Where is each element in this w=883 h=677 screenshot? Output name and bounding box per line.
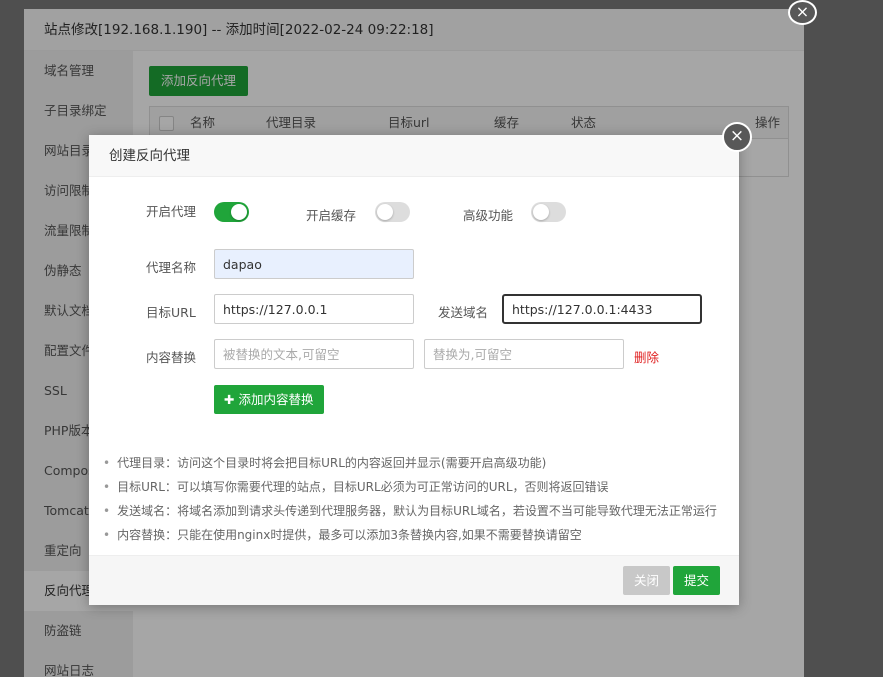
- dialog-footer: 关闭 提交: [89, 555, 739, 605]
- replace-to-input[interactable]: [424, 339, 624, 369]
- target-url-label: 目标URL: [146, 305, 196, 320]
- content-replace-label: 内容替换: [146, 350, 197, 365]
- send-domain-input[interactable]: [502, 294, 702, 324]
- toggle-knob: [533, 204, 549, 220]
- note-item: 内容替换：只能在使用nginx时提供，最多可以添加3条替换内容,如果不需要替换请…: [103, 523, 717, 547]
- toggle-knob: [377, 204, 393, 220]
- proxy-name-label: 代理名称: [146, 260, 197, 275]
- add-content-replace-label: 添加内容替换: [238, 392, 314, 407]
- submit-button[interactable]: 提交: [673, 566, 721, 595]
- advanced-label: 高级功能: [463, 208, 514, 223]
- close-icon[interactable]: ×: [788, 0, 817, 25]
- note-item: 发送域名：将域名添加到请求头传递到代理服务器，默认为目标URL域名，若设置不当可…: [103, 499, 717, 523]
- delete-replace-link[interactable]: 删除: [634, 347, 659, 366]
- send-domain-label: 发送域名: [438, 305, 489, 320]
- enable-cache-toggle[interactable]: [375, 202, 410, 222]
- dialog-title: 创建反向代理: [89, 135, 739, 177]
- close-icon[interactable]: ×: [722, 122, 752, 152]
- note-item: 代理目录：访问这个目录时将会把目标URL的内容返回并显示(需要开启高级功能): [103, 451, 717, 475]
- help-notes: 代理目录：访问这个目录时将会把目标URL的内容返回并显示(需要开启高级功能) 目…: [103, 451, 717, 547]
- proxy-name-input[interactable]: [214, 249, 414, 279]
- advanced-toggle[interactable]: [531, 202, 566, 222]
- target-url-input[interactable]: [214, 294, 414, 324]
- close-button[interactable]: 关闭: [623, 566, 671, 595]
- enable-proxy-toggle[interactable]: [214, 202, 249, 222]
- enable-cache-label: 开启缓存: [306, 208, 357, 223]
- replace-from-input[interactable]: [214, 339, 414, 369]
- add-content-replace-button[interactable]: ✚ 添加内容替换: [214, 385, 324, 414]
- create-reverse-proxy-dialog: 创建反向代理 开启代理 开启缓存 高级功能 代理名称 目标URL 发送域名 内容…: [89, 135, 739, 605]
- plus-icon: ✚: [224, 392, 235, 407]
- enable-proxy-label: 开启代理: [146, 204, 197, 219]
- toggle-knob: [231, 204, 247, 220]
- note-item: 目标URL：可以填写你需要代理的站点，目标URL必须为可正常访问的URL，否则将…: [103, 475, 717, 499]
